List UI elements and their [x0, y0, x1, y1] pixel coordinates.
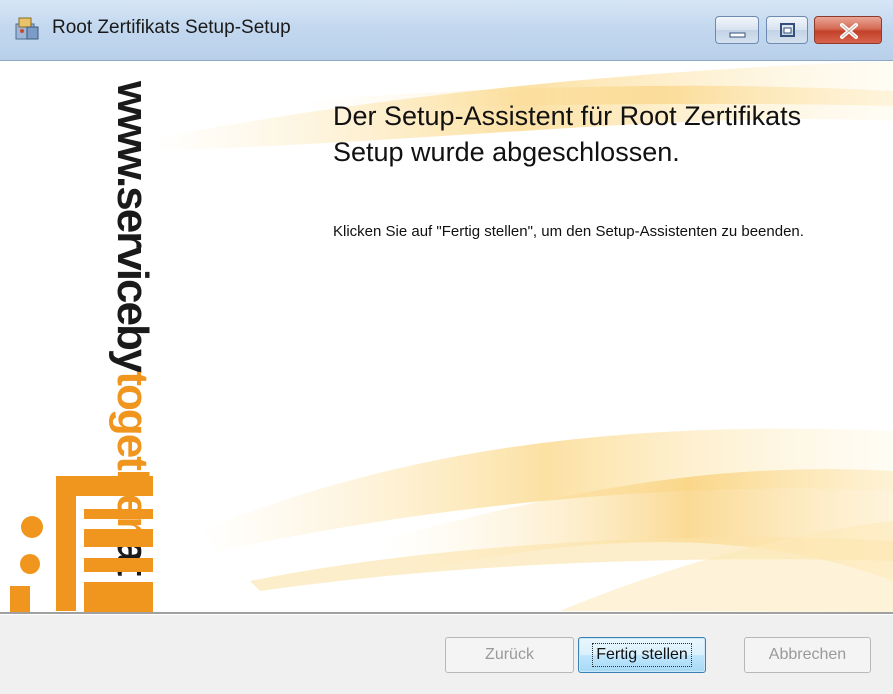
- brand-banner: www.servicebytogether.at: [0, 61, 160, 612]
- close-icon: [840, 23, 858, 39]
- svg-text:www.servicebytogether.at: www.servicebytogether.at: [108, 80, 157, 577]
- completion-message: Klicken Sie auf "Fertig stellen", um den…: [333, 223, 804, 240]
- finish-button-label: Fertig stellen: [592, 643, 692, 667]
- close-button[interactable]: [814, 16, 882, 44]
- back-button-label: Zurück: [485, 646, 534, 663]
- completion-heading: Der Setup-Assistent für Root Zertifikats…: [333, 101, 802, 167]
- footer-divider: [0, 612, 893, 615]
- minimize-button[interactable]: [715, 16, 759, 44]
- servicebytogether-logo: www.servicebytogether.at: [10, 80, 157, 612]
- minimize-icon: [729, 32, 746, 38]
- cancel-button[interactable]: Abbrechen: [744, 637, 871, 673]
- title-bar[interactable]: Root Zertifikats Setup-Setup: [0, 0, 893, 61]
- cancel-button-label: Abbrechen: [768, 646, 847, 663]
- window-title: Root Zertifikats Setup-Setup: [52, 17, 291, 38]
- wizard-content: www.servicebytogether.at Der Setup-Assis…: [0, 61, 893, 612]
- finish-button[interactable]: Fertig stellen: [578, 637, 706, 673]
- installer-icon: [14, 15, 40, 41]
- logo-text-highlight: together: [108, 371, 157, 533]
- back-button[interactable]: Zurück: [445, 637, 574, 673]
- maximize-icon: [780, 23, 795, 37]
- logo-text-prefix: www.serviceby: [108, 80, 157, 374]
- setup-wizard-window: Root Zertifikats Setup-Setup www.service…: [0, 0, 893, 694]
- maximize-button[interactable]: [766, 16, 808, 44]
